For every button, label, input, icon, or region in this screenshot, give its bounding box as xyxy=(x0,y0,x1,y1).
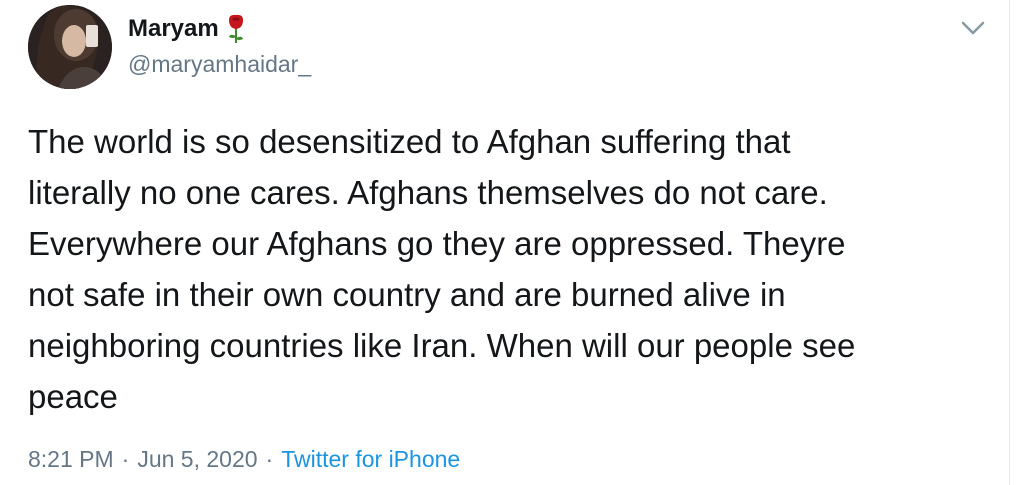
author-display-name[interactable]: Maryam xyxy=(128,14,219,44)
tweet-metadata: 8:21 PM · Jun 5, 2020 · Twitter for iPhone xyxy=(28,444,460,474)
rose-icon xyxy=(225,14,247,44)
meta-separator: · xyxy=(265,446,274,472)
author-name-row: Maryam xyxy=(128,14,247,44)
tweet-text-line: neighboring countries like Iran. When wi… xyxy=(28,327,856,364)
tweet-text-line: not safe in their own country and are bu… xyxy=(28,276,786,313)
tweet-text-line: The world is so desensitized to Afghan s… xyxy=(28,123,791,160)
tweet-text-line: peace xyxy=(28,378,118,415)
tweet-text-line: literally no one cares. Afghans themselv… xyxy=(28,174,828,211)
tweet-text-line: Everywhere our Afghans go they are oppre… xyxy=(28,225,846,262)
meta-separator: · xyxy=(121,446,130,472)
tweet-text: The world is so desensitized to Afghan s… xyxy=(28,116,988,422)
tweet-source-link[interactable]: Twitter for iPhone xyxy=(281,446,460,472)
tweet-time[interactable]: 8:21 PM xyxy=(28,446,114,472)
avatar-image xyxy=(28,5,112,89)
author-handle[interactable]: @maryamhaidar_ xyxy=(128,50,311,78)
chevron-down-icon[interactable] xyxy=(960,18,986,38)
tweet-date[interactable]: Jun 5, 2020 xyxy=(137,446,257,472)
tweet-card: Maryam @maryamhaidar_ The world is so de… xyxy=(0,0,1010,485)
avatar[interactable] xyxy=(28,5,112,89)
